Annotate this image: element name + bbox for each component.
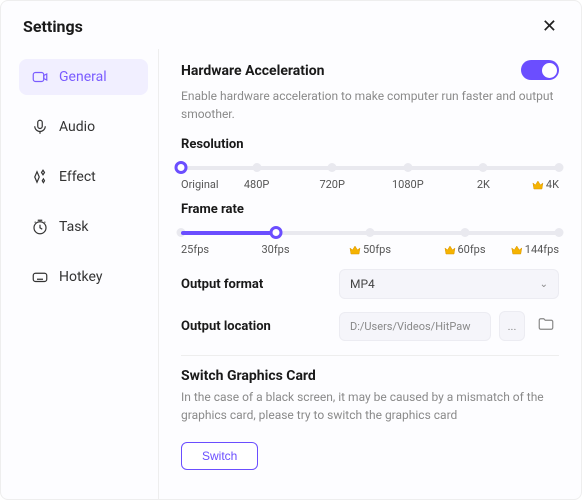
sidebar-item-label: Task [59,219,89,235]
crown-icon [443,245,455,255]
slider-tick [366,228,375,237]
slider-tick-label: 2K [477,178,490,191]
slider-tick [555,163,564,172]
camera-icon [31,68,49,86]
framerate-label: Frame rate [181,202,559,217]
slider-tick-label: 720P [319,178,345,191]
slider-track [181,166,559,170]
microphone-icon [31,118,49,136]
crown-icon [532,180,544,190]
slider-tick-label: 480P [244,178,270,191]
sidebar-item-label: Effect [59,169,96,185]
output-format-value: MP4 [350,277,375,291]
close-icon: ✕ [542,16,557,36]
slider-tick-label: 144fps [511,243,559,256]
sidebar-item-label: General [59,69,107,85]
sidebar-item-label: Hotkey [59,269,102,285]
keyboard-icon [31,268,49,286]
slider-tick-label: 30fps [261,243,289,256]
slider-fill [181,231,276,235]
slider-thumb[interactable] [269,226,282,239]
output-location-more-button[interactable]: ... [499,311,525,341]
output-location-label: Output location [181,319,331,334]
sidebar-item-label: Audio [59,119,95,135]
slider-tick-label: 50fps [349,243,391,256]
folder-icon [537,315,555,337]
resolution-label: Resolution [181,137,559,152]
switch-card-desc: In the case of a black screen, it may be… [181,388,559,424]
output-format-select[interactable]: MP4 ⌄ [339,269,559,299]
main-panel: Hardware Acceleration Enable hardware ac… [159,49,581,499]
ellipsis-icon: ... [508,320,517,333]
slider-thumb[interactable] [175,161,188,174]
sidebar-item-task[interactable]: Task [19,209,148,245]
hwaccel-toggle[interactable] [521,60,559,80]
slider-tick-label: 4K [532,178,559,191]
sidebar-item-hotkey[interactable]: Hotkey [19,259,148,295]
close-button[interactable]: ✕ [536,13,563,39]
crown-icon [511,245,523,255]
divider [181,355,559,356]
slider-tick [328,163,337,172]
framerate-slider[interactable]: 25fps 30fps 50fps 60fps 144fps [181,223,559,257]
output-location-browse-button[interactable] [533,311,559,341]
sparkle-icon [31,168,49,186]
hwaccel-title: Hardware Acceleration [181,63,324,79]
sidebar-item-effect[interactable]: Effect [19,159,148,195]
titlebar: Settings ✕ [1,1,581,49]
slider-tick [479,163,488,172]
slider-tick [252,163,261,172]
crown-icon [349,245,361,255]
switch-card-title: Switch Graphics Card [181,368,559,384]
window-title: Settings [23,17,83,36]
resolution-slider[interactable]: Original 480P 720P 1080P 2K 4K [181,158,559,192]
clock-icon [31,218,49,236]
slider-tick-label: 1080P [392,178,424,191]
slider-tick-label: 60fps [443,243,485,256]
output-location-input[interactable]: D:/Users/Videos/HitPaw [339,312,491,341]
slider-tick [555,228,564,237]
sidebar-item-audio[interactable]: Audio [19,109,148,145]
settings-window: Settings ✕ General Audio [0,0,582,500]
chevron-down-icon: ⌄ [540,279,548,290]
output-format-label: Output format [181,277,331,292]
hwaccel-desc: Enable hardware acceleration to make com… [181,87,559,123]
sidebar: General Audio Effect Task [1,49,159,499]
slider-tick [460,228,469,237]
sidebar-item-general[interactable]: General [19,59,148,95]
switch-graphics-button[interactable]: Switch [181,442,258,470]
slider-tick-label: Original [181,178,219,191]
slider-tick [403,163,412,172]
slider-tick-label: 25fps [181,243,209,256]
